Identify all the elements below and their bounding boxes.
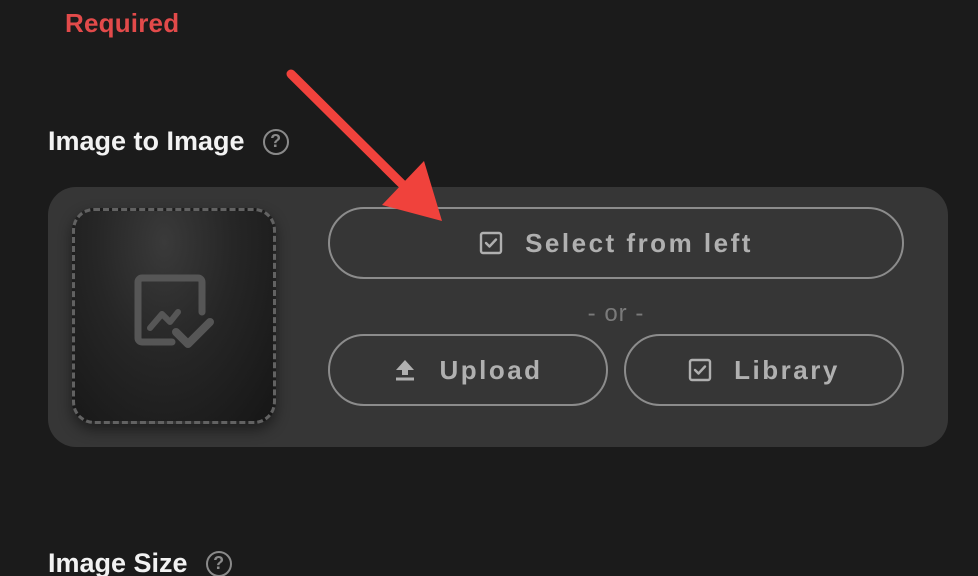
upload-button[interactable]: Upload — [328, 334, 608, 406]
image-check-icon — [132, 272, 216, 361]
page: Required Image to Image ? Select from le… — [0, 0, 978, 576]
checkbox-icon — [479, 231, 503, 255]
library-label: Library — [734, 354, 840, 385]
help-icon[interactable]: ? — [262, 128, 289, 155]
image-to-image-heading: Image to Image ? — [48, 126, 289, 157]
library-button[interactable]: Library — [624, 334, 904, 406]
image-to-image-title: Image to Image — [48, 126, 245, 156]
upload-icon — [393, 358, 417, 382]
upload-label: Upload — [439, 354, 543, 385]
help-icon[interactable]: ? — [205, 550, 232, 576]
checkbox-icon — [688, 358, 712, 382]
image-size-title: Image Size — [48, 548, 188, 576]
or-separator: - or - — [587, 300, 645, 327]
image-size-heading: Image Size ? — [48, 548, 232, 576]
select-from-left-button[interactable]: Select from left — [328, 207, 904, 279]
image-dropzone[interactable] — [72, 208, 276, 424]
required-label: Required — [65, 8, 180, 38]
select-from-left-label: Select from left — [525, 227, 753, 258]
